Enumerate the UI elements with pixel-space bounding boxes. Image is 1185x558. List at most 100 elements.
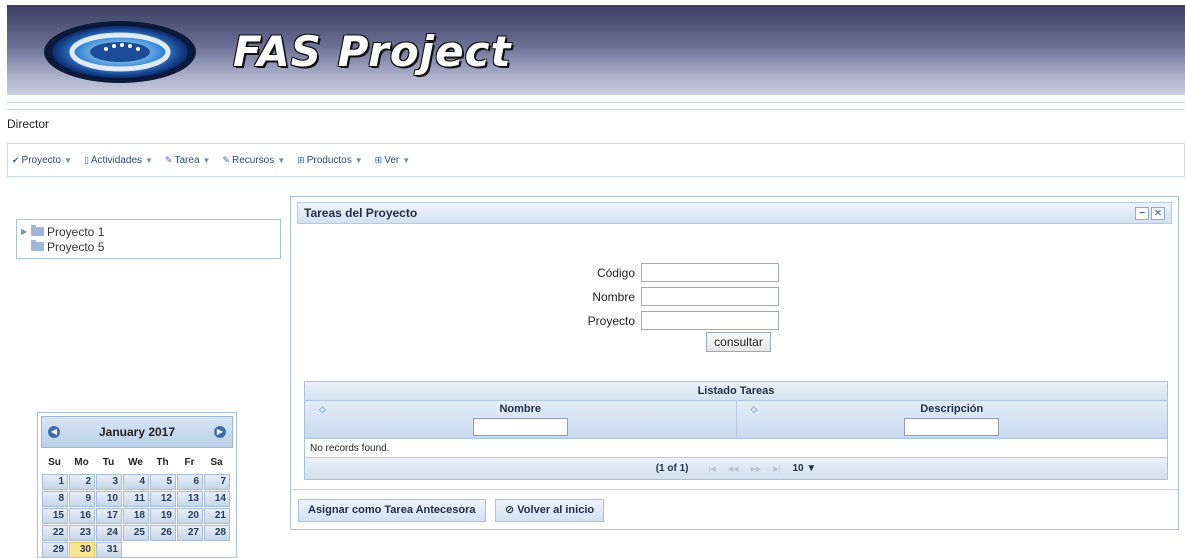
user-role: Director: [7, 117, 50, 131]
weekday-label: Tu: [102, 457, 115, 468]
calendar-day[interactable]: 21: [204, 508, 230, 524]
calendar-day[interactable]: 15: [42, 508, 68, 524]
prev-page-icon[interactable]: ◀◀: [728, 465, 739, 473]
calendar-day[interactable]: 10: [96, 491, 122, 507]
rows-per-page-value: 10: [792, 463, 804, 474]
menu-tarea[interactable]: ✎ Tarea ▼: [165, 155, 210, 166]
menu-actividades[interactable]: ▯ Actividades ▼: [84, 155, 153, 166]
descripcion-filter-input[interactable]: [904, 418, 1000, 436]
next-page-icon[interactable]: ▶▶: [750, 465, 761, 473]
check-icon: ✔: [12, 154, 20, 165]
panel-actions: Asignar como Tarea Antecesora ⊘ Volver a…: [291, 489, 1178, 530]
calendar-day[interactable]: 1: [42, 474, 68, 490]
weekday-label: Mo: [74, 457, 89, 468]
calendar-day[interactable]: 29: [42, 542, 68, 557]
calendar-day[interactable]: 28: [204, 525, 230, 541]
codigo-row: Código: [565, 263, 779, 282]
calendar-header: ◀ January 2017 ▶: [41, 416, 233, 448]
pencil-icon: ✎: [222, 154, 230, 165]
calendar-day[interactable]: 4: [123, 474, 149, 490]
assign-antecessor-button[interactable]: Asignar como Tarea Antecesora: [298, 499, 486, 522]
column-title: Descripción: [920, 403, 984, 415]
calendar-day[interactable]: 20: [177, 508, 203, 524]
menu-label: Productos: [306, 154, 352, 166]
calendar-day[interactable]: 23: [69, 525, 95, 541]
calendar-day[interactable]: 22: [42, 525, 68, 541]
panel-header: Tareas del Proyecto − ✕: [297, 202, 1172, 224]
caret-down-icon: ▼: [402, 155, 411, 165]
weekday-label: Su: [48, 457, 61, 468]
calendar-day[interactable]: 25: [123, 525, 149, 541]
weekday-label: Sa: [210, 457, 223, 468]
calendar-widget: ◀ January 2017 ▶ Su Mo Tu We Th Fr Sa 12345678…: [37, 412, 237, 558]
divider: [7, 102, 1185, 103]
expand-arrow-icon[interactable]: ▶: [21, 227, 31, 236]
weekday-label: Th: [156, 457, 169, 468]
menu-label: Actividades: [90, 154, 143, 166]
rows-per-page-select[interactable]: 10 ▼: [792, 463, 816, 474]
proyecto-input[interactable]: [641, 311, 779, 330]
empty-message: No records found.: [305, 439, 1167, 458]
calendar-day[interactable]: 7: [204, 474, 230, 490]
calendar-day[interactable]: 24: [96, 525, 122, 541]
tree-node-label: Proyecto 5: [47, 239, 105, 254]
weekday-label: Fr: [184, 457, 195, 468]
calendar-day[interactable]: 16: [69, 508, 95, 524]
nombre-filter-input[interactable]: [472, 418, 568, 436]
calendar-day[interactable]: 12: [150, 491, 176, 507]
close-icon[interactable]: ✕: [1151, 206, 1165, 220]
calendar-days-grid: 1 2 3 4 5 6 7 8 9 10 11 12 13 14 15 16 17 18 19 20 21 22 23 24 2…: [38, 471, 236, 557]
column-descripcion[interactable]: ◇ Descripción: [737, 401, 1168, 438]
calendar-day[interactable]: 17: [96, 508, 122, 524]
next-month-icon[interactable]: ▶: [214, 426, 226, 438]
codigo-label: Código: [596, 265, 635, 280]
calendar-day[interactable]: 3: [96, 474, 122, 490]
project-tree: ▶ Proyecto 1 Proyecto 5: [16, 219, 281, 259]
menu-proyecto[interactable]: ✔ Proyecto ▼: [12, 155, 72, 166]
table-caption: Listado Tareas: [305, 382, 1167, 401]
grid-icon: ⊞: [297, 154, 305, 165]
calendar-day[interactable]: 18: [123, 508, 149, 524]
calendar-day[interactable]: 9: [69, 491, 95, 507]
calendar-day[interactable]: 19: [150, 508, 176, 524]
calendar-day[interactable]: 13: [177, 491, 203, 507]
calendar-day[interactable]: 26: [150, 525, 176, 541]
pencil-icon: ✎: [164, 154, 173, 165]
sort-icon[interactable]: ◇: [751, 404, 758, 415]
proyecto-label: Proyecto: [587, 313, 635, 328]
consultar-button[interactable]: consultar: [706, 332, 771, 352]
menu-ver[interactable]: ⊞ Ver ▼: [375, 155, 410, 166]
column-nombre[interactable]: ◇ Nombre: [305, 401, 737, 438]
calendar-day[interactable]: 30: [69, 542, 95, 557]
calendar-day[interactable]: 5: [150, 474, 176, 490]
app-title: FAS Project: [233, 27, 512, 76]
first-page-icon[interactable]: |◀: [709, 465, 716, 473]
calendar-month-title: January 2017: [98, 425, 176, 439]
calendar-day[interactable]: 14: [204, 491, 230, 507]
tree-node-proyecto-1[interactable]: ▶ Proyecto 1: [21, 224, 276, 239]
nombre-input[interactable]: [641, 287, 779, 306]
calendar-day[interactable]: 6: [177, 474, 203, 490]
column-title: Nombre: [499, 403, 542, 415]
header-banner: FAS Project: [7, 5, 1185, 95]
back-home-button[interactable]: ⊘ Volver al inicio: [495, 499, 605, 522]
prev-month-icon[interactable]: ◀: [48, 426, 60, 438]
menu-productos[interactable]: ⊞ Productos ▼: [297, 155, 363, 166]
menu-label: Recursos: [231, 154, 275, 166]
calendar-day[interactable]: 8: [42, 491, 68, 507]
menu-recursos[interactable]: ✎ Recursos ▼: [222, 155, 285, 166]
calendar-day[interactable]: 27: [177, 525, 203, 541]
caret-down-icon: ▼: [354, 155, 363, 165]
proyecto-row: Proyecto: [565, 311, 779, 330]
last-page-icon[interactable]: ▶|: [773, 465, 780, 473]
codigo-input[interactable]: [641, 263, 779, 282]
panel-title: Tareas del Proyecto: [304, 206, 418, 220]
calendar-day[interactable]: 31: [96, 542, 122, 557]
minimize-icon[interactable]: −: [1135, 206, 1149, 220]
sort-icon[interactable]: ◇: [319, 404, 326, 415]
tree-node-proyecto-5[interactable]: Proyecto 5: [21, 239, 276, 254]
calendar-day[interactable]: 2: [69, 474, 95, 490]
calendar-day[interactable]: 11: [123, 491, 149, 507]
divider: [7, 109, 1185, 110]
caret-down-icon: ▼: [64, 155, 72, 165]
